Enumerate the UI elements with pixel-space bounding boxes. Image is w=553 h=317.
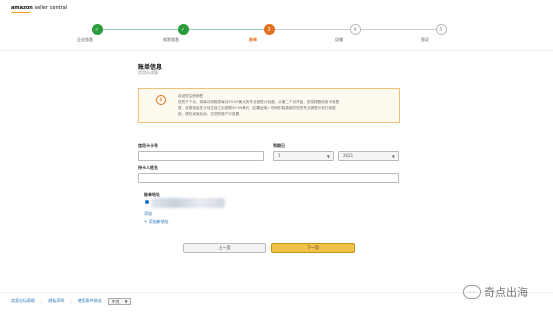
notice-line: 用，请在卖家后台，在您的账户中查看。 — [178, 112, 243, 116]
fee-notice: $ 欢迎您注册销售 您的下个月，将每月收取您每月39.99美元的专业销售计划费。… — [138, 88, 400, 123]
expiry-year-value: 2021 — [343, 153, 354, 158]
header: amazon seller central — [0, 0, 553, 14]
watermark-text: 奇点出海 — [484, 286, 528, 299]
step-number-icon: 5 — [435, 24, 447, 35]
card-number-input[interactable] — [138, 151, 264, 161]
check-icon: ✓ — [91, 24, 103, 35]
logo-smile-icon — [11, 11, 31, 13]
step-3: 3 账单 — [249, 24, 289, 42]
watermark: ◦◦ 奇点出海 — [463, 282, 528, 302]
card-number-label: 信用卡卡号 — [138, 143, 158, 148]
chevron-down-icon: ▼ — [326, 154, 330, 159]
step-number-icon: 4 — [349, 24, 361, 35]
step-1: ✓ 企业信息 — [77, 24, 117, 42]
language-select[interactable]: 中文 ▼ — [107, 297, 131, 305]
expiry-month-select[interactable]: 1 ▼ — [273, 151, 334, 161]
fee-notice-text: 欢迎您注册销售 您的下个月，将每月收取您每月39.99美元的专业销售计划费。从第… — [178, 93, 394, 117]
footer-link-privacy[interactable]: 隐私声明 — [48, 298, 64, 304]
step-label: 店铺 — [335, 37, 343, 42]
address-redacted — [151, 198, 225, 208]
expiry-label: 到期日 — [273, 143, 285, 148]
language-value: 中文 — [111, 298, 120, 304]
expiry-month-value: 1 — [278, 153, 281, 158]
step-2: ✓ 卖家信息 — [163, 24, 203, 42]
footer: 卖家论坛帮助 | 隐私声明 | 使用条件协议 中文 ▼ — [11, 297, 131, 305]
step-label: 卖家信息 — [163, 37, 179, 42]
step-label: 账单 — [249, 37, 257, 42]
address-radio[interactable] — [145, 200, 149, 204]
footer-link-terms[interactable]: 使用条件协议 — [78, 298, 102, 304]
chevron-down-icon: ▼ — [391, 154, 395, 159]
page-subtitle: 信用卡详情 — [138, 70, 158, 75]
step-label: 验证 — [421, 37, 429, 42]
add-link[interactable]: 添加 — [144, 211, 152, 217]
header-divider — [0, 50, 553, 51]
add-new-address-link[interactable]: + 添加新地址 — [144, 219, 169, 225]
footer-link-help[interactable]: 卖家论坛帮助 — [11, 298, 35, 304]
cardholder-input[interactable] — [138, 173, 399, 183]
cardholder-label: 持卡人姓名 — [138, 165, 158, 170]
chevron-down-icon: ▼ — [124, 298, 128, 304]
step-number-icon: 3 — [263, 24, 275, 35]
check-icon: ✓ — [177, 24, 189, 35]
next-button[interactable]: 下一页 — [271, 243, 355, 253]
footer-separator: | — [41, 298, 43, 304]
previous-button[interactable]: 上一页 — [183, 243, 266, 253]
expiry-year-select[interactable]: 2021 ▼ — [338, 151, 399, 161]
footer-separator: | — [70, 298, 72, 304]
wechat-icon: ◦◦ — [463, 285, 481, 299]
dollar-icon: $ — [156, 95, 166, 105]
step-label: 企业信息 — [77, 37, 93, 42]
step-4: 4 店铺 — [335, 24, 375, 42]
registration-stepper: ✓ 企业信息 ✓ 卖家信息 3 账单 4 店铺 5 验证 — [0, 20, 553, 50]
step-5: 5 验证 — [421, 24, 461, 42]
